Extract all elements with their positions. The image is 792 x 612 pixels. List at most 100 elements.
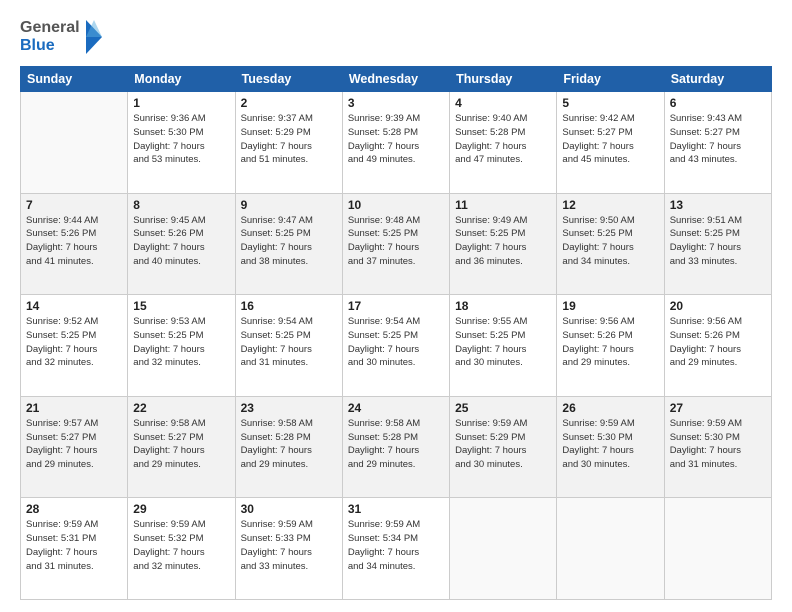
day-detail: Sunrise: 9:54 AM Sunset: 5:25 PM Dayligh… <box>241 315 337 370</box>
day-number: 1 <box>133 96 229 110</box>
day-detail: Sunrise: 9:43 AM Sunset: 5:27 PM Dayligh… <box>670 112 766 167</box>
calendar-week-row: 21 Sunrise: 9:57 AM Sunset: 5:27 PM Dayli… <box>21 396 772 498</box>
calendar-cell <box>450 498 557 600</box>
calendar-cell: 2Sunrise: 9:37 AM Sunset: 5:29 PM Daylig… <box>235 92 342 194</box>
col-header-wednesday: Wednesday <box>342 67 449 92</box>
calendar-cell: 14 Sunrise: 9:52 AM Sunset: 5:25 PM Dayli… <box>21 295 128 397</box>
day-number: 30 <box>241 502 337 516</box>
calendar-cell: 11Sunrise: 9:49 AM Sunset: 5:25 PM Dayli… <box>450 193 557 295</box>
day-detail: Sunrise: 9:56 AM Sunset: 5:26 PM Dayligh… <box>562 315 658 370</box>
logo-blue: Blue <box>20 37 55 55</box>
col-header-thursday: Thursday <box>450 67 557 92</box>
day-number: 18 <box>455 299 551 313</box>
day-number: 5 <box>562 96 658 110</box>
calendar-cell: 10 Sunrise: 9:48 AM Sunset: 5:25 PM Dayli… <box>342 193 449 295</box>
calendar-cell: 17Sunrise: 9:54 AM Sunset: 5:25 PM Dayli… <box>342 295 449 397</box>
calendar-cell: 24 Sunrise: 9:58 AM Sunset: 5:28 PM Dayli… <box>342 396 449 498</box>
day-detail: Sunrise: 9:58 AM Sunset: 5:27 PM Dayligh… <box>133 417 229 472</box>
day-detail: Sunrise: 9:53 AM Sunset: 5:25 PM Dayligh… <box>133 315 229 370</box>
calendar-week-row: 7Sunrise: 9:44 AM Sunset: 5:26 PM Daylig… <box>21 193 772 295</box>
calendar-cell: 25Sunrise: 9:59 AM Sunset: 5:29 PM Dayli… <box>450 396 557 498</box>
calendar-week-row: 28 Sunrise: 9:59 AM Sunset: 5:31 PM Dayli… <box>21 498 772 600</box>
day-detail: Sunrise: 9:44 AM Sunset: 5:26 PM Dayligh… <box>26 214 122 269</box>
day-detail: Sunrise: 9:57 AM Sunset: 5:27 PM Dayligh… <box>26 417 122 472</box>
day-number: 21 <box>26 401 122 415</box>
day-detail: Sunrise: 9:59 AM Sunset: 5:34 PM Dayligh… <box>348 518 444 573</box>
day-detail: Sunrise: 9:36 AM Sunset: 5:30 PM Dayligh… <box>133 112 229 167</box>
calendar-cell: 7Sunrise: 9:44 AM Sunset: 5:26 PM Daylig… <box>21 193 128 295</box>
calendar-table: SundayMondayTuesdayWednesdayThursdayFrid… <box>20 66 772 600</box>
calendar-cell: 31 Sunrise: 9:59 AM Sunset: 5:34 PM Dayli… <box>342 498 449 600</box>
day-number: 24 <box>348 401 444 415</box>
day-number: 12 <box>562 198 658 212</box>
day-detail: Sunrise: 9:37 AM Sunset: 5:29 PM Dayligh… <box>241 112 337 167</box>
calendar-cell: 4Sunrise: 9:40 AM Sunset: 5:28 PM Daylig… <box>450 92 557 194</box>
calendar-cell: 28 Sunrise: 9:59 AM Sunset: 5:31 PM Dayli… <box>21 498 128 600</box>
calendar-cell: 12 Sunrise: 9:50 AM Sunset: 5:25 PM Dayli… <box>557 193 664 295</box>
day-number: 28 <box>26 502 122 516</box>
day-detail: Sunrise: 9:50 AM Sunset: 5:25 PM Dayligh… <box>562 214 658 269</box>
day-number: 17 <box>348 299 444 313</box>
calendar-cell: 15 Sunrise: 9:53 AM Sunset: 5:25 PM Dayli… <box>128 295 235 397</box>
calendar-cell: 20Sunrise: 9:56 AM Sunset: 5:26 PM Dayli… <box>664 295 771 397</box>
day-number: 20 <box>670 299 766 313</box>
day-detail: Sunrise: 9:45 AM Sunset: 5:26 PM Dayligh… <box>133 214 229 269</box>
calendar-cell: 29 Sunrise: 9:59 AM Sunset: 5:32 PM Dayli… <box>128 498 235 600</box>
day-number: 26 <box>562 401 658 415</box>
calendar-cell: 6 Sunrise: 9:43 AM Sunset: 5:27 PM Daylig… <box>664 92 771 194</box>
day-number: 15 <box>133 299 229 313</box>
day-number: 10 <box>348 198 444 212</box>
logo-triangle-icon <box>82 18 104 56</box>
calendar-cell: 5 Sunrise: 9:42 AM Sunset: 5:27 PM Daylig… <box>557 92 664 194</box>
calendar-week-row: 1 Sunrise: 9:36 AM Sunset: 5:30 PM Daylig… <box>21 92 772 194</box>
day-number: 19 <box>562 299 658 313</box>
calendar-cell: 19 Sunrise: 9:56 AM Sunset: 5:26 PM Dayli… <box>557 295 664 397</box>
logo: General Blue <box>20 18 104 56</box>
calendar-cell: 21 Sunrise: 9:57 AM Sunset: 5:27 PM Dayli… <box>21 396 128 498</box>
day-detail: Sunrise: 9:59 AM Sunset: 5:33 PM Dayligh… <box>241 518 337 573</box>
calendar-cell: 18 Sunrise: 9:55 AM Sunset: 5:25 PM Dayli… <box>450 295 557 397</box>
day-detail: Sunrise: 9:40 AM Sunset: 5:28 PM Dayligh… <box>455 112 551 167</box>
calendar-cell <box>557 498 664 600</box>
day-number: 14 <box>26 299 122 313</box>
day-detail: Sunrise: 9:59 AM Sunset: 5:30 PM Dayligh… <box>670 417 766 472</box>
col-header-tuesday: Tuesday <box>235 67 342 92</box>
day-detail: Sunrise: 9:42 AM Sunset: 5:27 PM Dayligh… <box>562 112 658 167</box>
day-detail: Sunrise: 9:51 AM Sunset: 5:25 PM Dayligh… <box>670 214 766 269</box>
day-detail: Sunrise: 9:59 AM Sunset: 5:31 PM Dayligh… <box>26 518 122 573</box>
day-number: 3 <box>348 96 444 110</box>
day-detail: Sunrise: 9:47 AM Sunset: 5:25 PM Dayligh… <box>241 214 337 269</box>
day-number: 29 <box>133 502 229 516</box>
calendar-cell: 16Sunrise: 9:54 AM Sunset: 5:25 PM Dayli… <box>235 295 342 397</box>
calendar-cell <box>21 92 128 194</box>
calendar-cell: 13Sunrise: 9:51 AM Sunset: 5:25 PM Dayli… <box>664 193 771 295</box>
calendar-header-row: SundayMondayTuesdayWednesdayThursdayFrid… <box>21 67 772 92</box>
calendar-cell: 3 Sunrise: 9:39 AM Sunset: 5:28 PM Daylig… <box>342 92 449 194</box>
day-detail: Sunrise: 9:59 AM Sunset: 5:32 PM Dayligh… <box>133 518 229 573</box>
calendar-cell: 23Sunrise: 9:58 AM Sunset: 5:28 PM Dayli… <box>235 396 342 498</box>
calendar-cell: 30 Sunrise: 9:59 AM Sunset: 5:33 PM Dayli… <box>235 498 342 600</box>
day-number: 22 <box>133 401 229 415</box>
day-number: 8 <box>133 198 229 212</box>
calendar-cell: 22 Sunrise: 9:58 AM Sunset: 5:27 PM Dayli… <box>128 396 235 498</box>
day-detail: Sunrise: 9:59 AM Sunset: 5:30 PM Dayligh… <box>562 417 658 472</box>
day-number: 23 <box>241 401 337 415</box>
calendar-cell: 27Sunrise: 9:59 AM Sunset: 5:30 PM Dayli… <box>664 396 771 498</box>
day-detail: Sunrise: 9:55 AM Sunset: 5:25 PM Dayligh… <box>455 315 551 370</box>
day-detail: Sunrise: 9:48 AM Sunset: 5:25 PM Dayligh… <box>348 214 444 269</box>
day-detail: Sunrise: 9:52 AM Sunset: 5:25 PM Dayligh… <box>26 315 122 370</box>
col-header-monday: Monday <box>128 67 235 92</box>
day-detail: Sunrise: 9:49 AM Sunset: 5:25 PM Dayligh… <box>455 214 551 269</box>
day-detail: Sunrise: 9:58 AM Sunset: 5:28 PM Dayligh… <box>348 417 444 472</box>
day-detail: Sunrise: 9:39 AM Sunset: 5:28 PM Dayligh… <box>348 112 444 167</box>
day-number: 6 <box>670 96 766 110</box>
logo-general: General <box>20 19 80 37</box>
calendar-cell: 8 Sunrise: 9:45 AM Sunset: 5:26 PM Daylig… <box>128 193 235 295</box>
day-number: 31 <box>348 502 444 516</box>
col-header-friday: Friday <box>557 67 664 92</box>
col-header-saturday: Saturday <box>664 67 771 92</box>
page: General Blue SundayMondayTuesdayWednesda… <box>0 0 792 612</box>
calendar-cell: 9Sunrise: 9:47 AM Sunset: 5:25 PM Daylig… <box>235 193 342 295</box>
calendar-cell: 26 Sunrise: 9:59 AM Sunset: 5:30 PM Dayli… <box>557 396 664 498</box>
calendar-week-row: 14 Sunrise: 9:52 AM Sunset: 5:25 PM Dayli… <box>21 295 772 397</box>
